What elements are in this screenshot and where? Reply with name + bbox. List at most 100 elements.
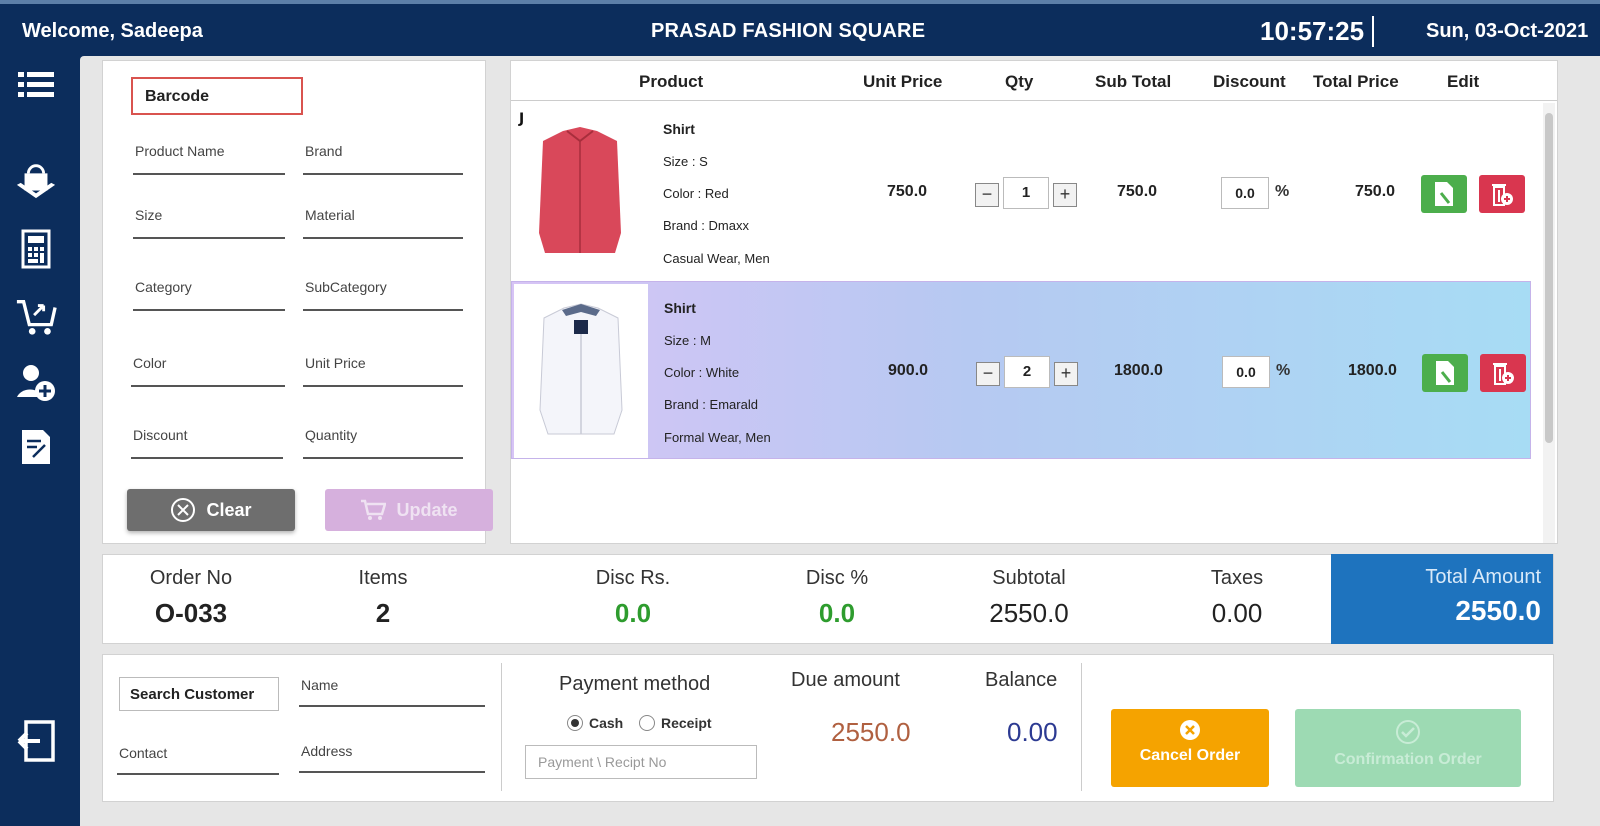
col-total-price: Total Price: [1313, 72, 1399, 91]
edit-doc-icon: [1435, 182, 1453, 206]
due-amount-label: Due amount: [791, 669, 900, 691]
shopping-bag-icon[interactable]: [15, 160, 57, 202]
qty-minus-button[interactable]: −: [975, 183, 999, 207]
color-field[interactable]: Color: [131, 343, 285, 387]
col-edit: Edit: [1447, 72, 1480, 91]
product-brand: Brand : Emarald: [664, 397, 758, 412]
update-button[interactable]: Update: [325, 489, 493, 531]
cart-scrollbar[interactable]: [1543, 103, 1555, 543]
qty-plus-button[interactable]: +: [1053, 183, 1077, 207]
add-user-icon[interactable]: [15, 362, 57, 404]
discount-input[interactable]: 0.0: [1222, 356, 1270, 388]
product-name-field[interactable]: Product Name: [133, 131, 285, 175]
items-count: Items 2: [333, 555, 433, 645]
unit-price: 900.0: [888, 362, 929, 379]
material-label: Material: [305, 207, 355, 223]
total-price: 750.0: [1355, 183, 1396, 200]
disc-rs: Disc Rs. 0.0: [573, 555, 693, 645]
main-area: Barcode Product Name Brand Size Material…: [80, 56, 1600, 826]
brand-logo: J: [518, 111, 524, 127]
customer-address-field[interactable]: Address: [299, 737, 485, 773]
trash-icon: [1493, 363, 1514, 385]
sub-total: 750.0: [1117, 183, 1158, 200]
top-bar: Welcome, Sadeepa PRASAD FASHION SQUARE 1…: [0, 0, 1600, 56]
edit-document-icon[interactable]: [15, 426, 57, 468]
category-label: Category: [135, 279, 192, 295]
table-row[interactable]: J Shirt Size : S Color : Red Brand : Dma…: [511, 103, 1531, 281]
logout-icon[interactable]: [15, 720, 57, 762]
edit-doc-icon: [1436, 361, 1454, 385]
delete-button[interactable]: [1480, 354, 1526, 392]
size-label: Size: [135, 207, 163, 223]
qty-value[interactable]: 2: [1004, 356, 1050, 388]
update-label: Update: [396, 499, 458, 520]
brand-field[interactable]: Brand: [303, 131, 463, 175]
clear-button[interactable]: Clear: [127, 489, 295, 531]
product-name: Shirt: [663, 121, 695, 137]
contact-label: Contact: [119, 745, 168, 761]
cart-return-icon[interactable]: [15, 296, 57, 338]
edit-button[interactable]: [1422, 354, 1468, 392]
menu-icon[interactable]: [15, 64, 57, 106]
balance-value: 0.00: [1007, 717, 1058, 747]
trash-icon: [1492, 184, 1513, 206]
radio-unselected-icon: [639, 715, 655, 731]
order-no: Order No O-033: [121, 555, 261, 645]
product-category: Formal Wear, Men: [664, 430, 771, 445]
product-category: Casual Wear, Men: [663, 251, 770, 266]
barcode-input[interactable]: Barcode: [131, 77, 303, 115]
quantity-field[interactable]: Quantity: [303, 415, 463, 459]
disc-pct-value: 0.0: [818, 598, 856, 628]
cancel-order-button[interactable]: Cancel Order: [1111, 709, 1269, 787]
col-unit-price: Unit Price: [863, 72, 943, 91]
size-field[interactable]: Size: [133, 195, 285, 239]
table-row[interactable]: Shirt Size : M Color : White Brand : Ema…: [511, 281, 1531, 459]
date: Sun, 03-Oct-2021: [1426, 20, 1589, 42]
edit-button[interactable]: [1421, 175, 1467, 213]
product-form: Barcode Product Name Brand Size Material…: [102, 60, 493, 544]
receipt-radio[interactable]: Receipt: [639, 715, 712, 731]
search-customer-button[interactable]: Search Customer: [119, 677, 279, 711]
discount-field[interactable]: Discount: [131, 415, 283, 459]
col-product: Product: [639, 72, 704, 91]
unit-price: 750.0: [887, 183, 928, 200]
qty-minus-button[interactable]: −: [976, 362, 1000, 386]
cash-radio[interactable]: Cash: [567, 715, 623, 731]
clock: 10:57:25: [1260, 16, 1375, 47]
check-circle-icon: [1396, 720, 1420, 744]
total-price: 1800.0: [1348, 362, 1397, 379]
taxes: Taxes 0.00: [1177, 555, 1297, 645]
subtotal-label: Subtotal: [992, 567, 1066, 589]
discount-input[interactable]: 0.0: [1221, 177, 1269, 209]
category-field[interactable]: Category: [133, 267, 285, 311]
discount-label: Discount: [133, 427, 188, 443]
product-color: Color : Red: [663, 186, 729, 201]
customer-contact-field[interactable]: Contact: [117, 739, 279, 775]
scrollbar-thumb[interactable]: [1545, 113, 1553, 443]
qty-value[interactable]: 1: [1003, 177, 1049, 209]
qty-plus-button[interactable]: +: [1054, 362, 1078, 386]
due-amount-value: 2550.0: [831, 717, 911, 747]
name-label: Name: [301, 677, 339, 693]
cancel-icon: [1180, 720, 1200, 740]
material-field[interactable]: Material: [303, 195, 463, 239]
unit-price-field[interactable]: Unit Price: [303, 343, 463, 387]
payment-receipt-input[interactable]: Payment \ Recipt No: [525, 745, 757, 779]
percent-sign: %: [1276, 362, 1291, 379]
subcategory-field[interactable]: SubCategory: [303, 267, 463, 311]
calculator-icon[interactable]: [15, 228, 57, 270]
delete-button[interactable]: [1479, 175, 1525, 213]
disc-pct-label: Disc %: [805, 567, 869, 589]
subtotal-value: 2550.0: [989, 598, 1069, 628]
balance-label: Balance: [985, 669, 1058, 691]
divider: [501, 663, 502, 791]
product-color: Color : White: [664, 365, 740, 380]
quantity-label: Quantity: [305, 427, 358, 443]
percent-sign: %: [1275, 183, 1290, 200]
cart-header: Product Unit Price Qty Sub Total Discoun…: [511, 61, 1557, 101]
items-label: Items: [358, 567, 408, 589]
shop-name: PRASAD FASHION SQUARE: [651, 20, 926, 42]
customer-name-field[interactable]: Name: [299, 671, 485, 707]
taxes-value: 0.00: [1211, 598, 1263, 628]
confirm-order-button[interactable]: Confirmation Order: [1295, 709, 1521, 787]
